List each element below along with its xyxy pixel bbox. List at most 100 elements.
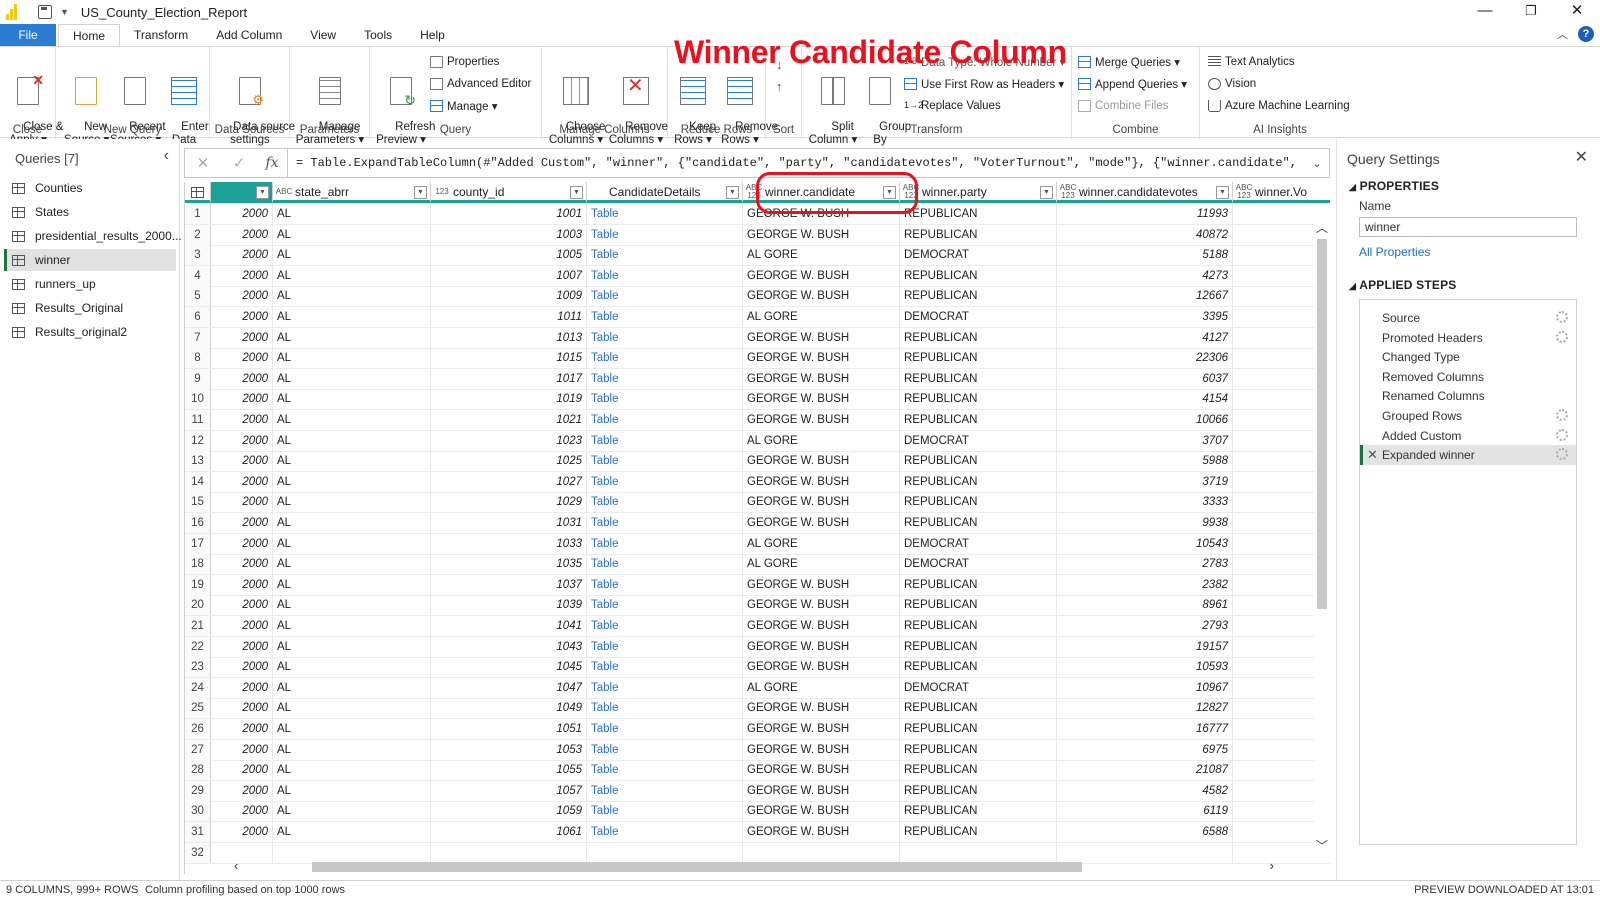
table-link-cell[interactable]: Table [587,739,743,760]
manage-button[interactable]: Manage ▾ [430,97,498,115]
scroll-left-icon[interactable]: ‹ [234,858,238,873]
table-link-cell[interactable]: Table [587,348,743,369]
query-name-input[interactable]: winner [1359,217,1577,237]
column-header[interactable]: ABC 123 winner.Vo [1233,182,1330,202]
table-row[interactable]: 12 2000 AL 1023 Table AL GORE DEMOCRAT 3707 [185,430,1330,452]
applied-step[interactable]: Renamed Columns [1360,386,1576,406]
table-row[interactable]: 13 2000 AL 1025 Table GEORGE W. BUSH REPUBLICA… [185,451,1330,473]
table-row[interactable]: 16 2000 AL 1031 Table GEORGE W. BUSH REPUBLICA… [185,513,1330,534]
vertical-scrollbar[interactable]: ︿ ﹀ [1314,219,1330,854]
applied-step[interactable]: Source [1360,308,1576,328]
table-link-cell[interactable]: Table [587,204,743,224]
table-link-cell[interactable]: Table [587,616,743,636]
query-item[interactable]: runners_up [4,273,176,295]
table-row[interactable]: 31 2000 AL 1061 Table GEORGE W. BUSH REPUBLICA… [185,822,1330,843]
quick-access-dropdown-icon[interactable]: ▼ [60,7,69,17]
column-filter-dropdown-icon[interactable]: ▼ [1216,185,1229,199]
table-link-cell[interactable]: Table [587,677,743,698]
table-link-cell[interactable]: Table [587,410,743,430]
scroll-down-icon[interactable]: ﹀ [1316,837,1328,854]
table-link-cell[interactable]: Table [587,780,743,801]
column-header[interactable]: ABC 123 winner.candidatevotes ▼ [1057,182,1233,202]
table-link-cell[interactable]: Table [587,327,743,348]
table-row[interactable]: 9 2000 AL 1017 Table GEORGE W. BUSH REPUBLICAN… [185,368,1330,390]
vision-button[interactable]: Vision [1208,75,1256,93]
applied-step[interactable]: Removed Columns [1360,367,1576,387]
tab-home[interactable]: Home [58,24,121,46]
query-item[interactable]: Results_original2 [4,321,176,343]
close-window-button[interactable]: ✕ [1554,0,1600,24]
azure-ml-button[interactable]: Azure Machine Learning [1208,97,1350,115]
query-item[interactable]: winner [4,249,176,271]
column-header[interactable]: ABC state_abrr ▼ [273,182,431,202]
tab-help[interactable]: Help [406,24,459,46]
step-settings-gear-icon[interactable] [1556,448,1568,461]
all-properties-link[interactable]: All Properties [1359,245,1430,259]
table-link-cell[interactable]: Table [587,801,743,822]
table-row[interactable]: 22 2000 AL 1043 Table GEORGE W. BUSH REPUBLICA… [185,636,1330,658]
collapse-triangle-icon[interactable]: ◢ [1349,281,1356,291]
applied-step[interactable]: Changed Type [1360,347,1576,367]
step-settings-gear-icon[interactable] [1556,330,1568,343]
applied-step[interactable]: Grouped Rows [1360,406,1576,426]
table-row[interactable]: 15 2000 AL 1029 Table GEORGE W. BUSH REPUBLICA… [185,492,1330,514]
tab-add-column[interactable]: Add Column [202,24,296,46]
cancel-formula-icon[interactable]: ✕ [185,154,221,172]
table-link-cell[interactable]: Table [587,533,743,554]
table-row[interactable]: 28 2000 AL 1055 Table GEORGE W. BUSH REPUBLICA… [185,760,1330,782]
table-row[interactable]: 14 2000 AL 1027 Table GEORGE W. BUSH REPUBLICA… [185,471,1330,493]
collapse-triangle-icon[interactable]: ◢ [1349,182,1356,192]
tab-file[interactable]: File [0,24,56,46]
table-row[interactable]: 4 2000 AL 1007 Table GEORGE W. BUSH REPUBLICAN… [185,265,1330,287]
column-filter-dropdown-icon[interactable]: ▼ [256,185,269,199]
table-row[interactable]: 30 2000 AL 1059 Table GEORGE W. BUSH REPUBLICA… [185,801,1330,823]
table-link-cell[interactable]: Table [587,451,743,472]
step-settings-gear-icon[interactable] [1556,428,1568,441]
table-link-cell[interactable]: Table [587,698,743,719]
expand-formula-icon[interactable]: ⌄ [1305,157,1329,170]
column-type-icon[interactable]: 123 [431,188,453,196]
advanced-editor-button[interactable]: Advanced Editor [430,75,531,93]
table-link-cell[interactable]: Table [587,307,743,327]
table-row[interactable]: 20 2000 AL 1039 Table GEORGE W. BUSH REPUBLICA… [185,595,1330,617]
table-row[interactable]: 26 2000 AL 1051 Table GEORGE W. BUSH REPUBLICA… [185,719,1330,740]
properties-button[interactable]: Properties [430,53,499,71]
table-link-cell[interactable]: Table [587,368,743,389]
table-link-cell[interactable]: Table [587,636,743,657]
collapse-pane-icon[interactable]: ‹ [164,147,169,165]
column-filter-dropdown-icon[interactable]: ▼ [1040,185,1053,199]
horizontal-scrollbar[interactable]: ‹ › [220,858,1314,874]
column-type-icon[interactable]: ABC [273,188,295,196]
table-menu-icon[interactable] [191,186,204,198]
table-row[interactable]: 5 2000 AL 1009 Table GEORGE W. BUSH REPUBLICAN… [185,286,1330,308]
table-link-cell[interactable]: Table [587,471,743,492]
merge-queries-button[interactable]: Merge Queries ▾ [1078,53,1180,71]
query-item[interactable]: Results_Original [4,297,176,319]
column-type-icon[interactable]: ABC 123 [1057,184,1079,200]
replace-values-button[interactable]: 1→2 Replace Values [904,97,1001,115]
table-link-cell[interactable]: Table [587,389,743,410]
table-row[interactable]: 6 2000 AL 1011 Table AL GORE DEMOCRAT 3395 [185,307,1330,328]
table-row[interactable]: 11 2000 AL 1021 Table GEORGE W. BUSH REPUBLICA… [185,410,1330,431]
table-link-cell[interactable]: Table [587,430,743,451]
query-item[interactable]: Counties [4,177,176,199]
table-link-cell[interactable]: Table [587,657,743,678]
text-analytics-button[interactable]: Text Analytics [1208,53,1295,71]
table-link-cell[interactable]: Table [587,554,743,575]
table-link-cell[interactable]: Table [587,265,743,286]
step-settings-gear-icon[interactable] [1556,409,1568,421]
table-link-cell[interactable]: Table [587,760,743,781]
table-link-cell[interactable]: Table [587,513,743,533]
close-settings-icon[interactable]: ✕ [1575,147,1588,167]
table-row[interactable]: 23 2000 AL 1045 Table GEORGE W. BUSH REPUBLICA… [185,657,1330,679]
table-row[interactable]: 8 2000 AL 1015 Table GEORGE W. BUSH REPUBLICAN… [185,348,1330,370]
table-row[interactable]: 10 2000 AL 1019 Table GEORGE W. BUSH REPUBLICA… [185,389,1330,411]
table-row[interactable]: 24 2000 AL 1047 Table AL GORE DEMOCRAT 10967 [185,677,1330,699]
column-filter-dropdown-icon[interactable]: ▼ [414,185,427,199]
use-first-row-headers-button[interactable]: Use First Row as Headers ▾ [904,75,1064,93]
delete-step-icon[interactable]: ✕ [1367,445,1378,465]
select-all-table-icon[interactable] [185,182,211,202]
scroll-up-icon[interactable]: ︿ [1316,219,1328,236]
applied-step[interactable]: Added Custom [1360,426,1576,446]
table-row[interactable]: 2 2000 AL 1003 Table GEORGE W. BUSH REPUBLICAN… [185,224,1330,246]
